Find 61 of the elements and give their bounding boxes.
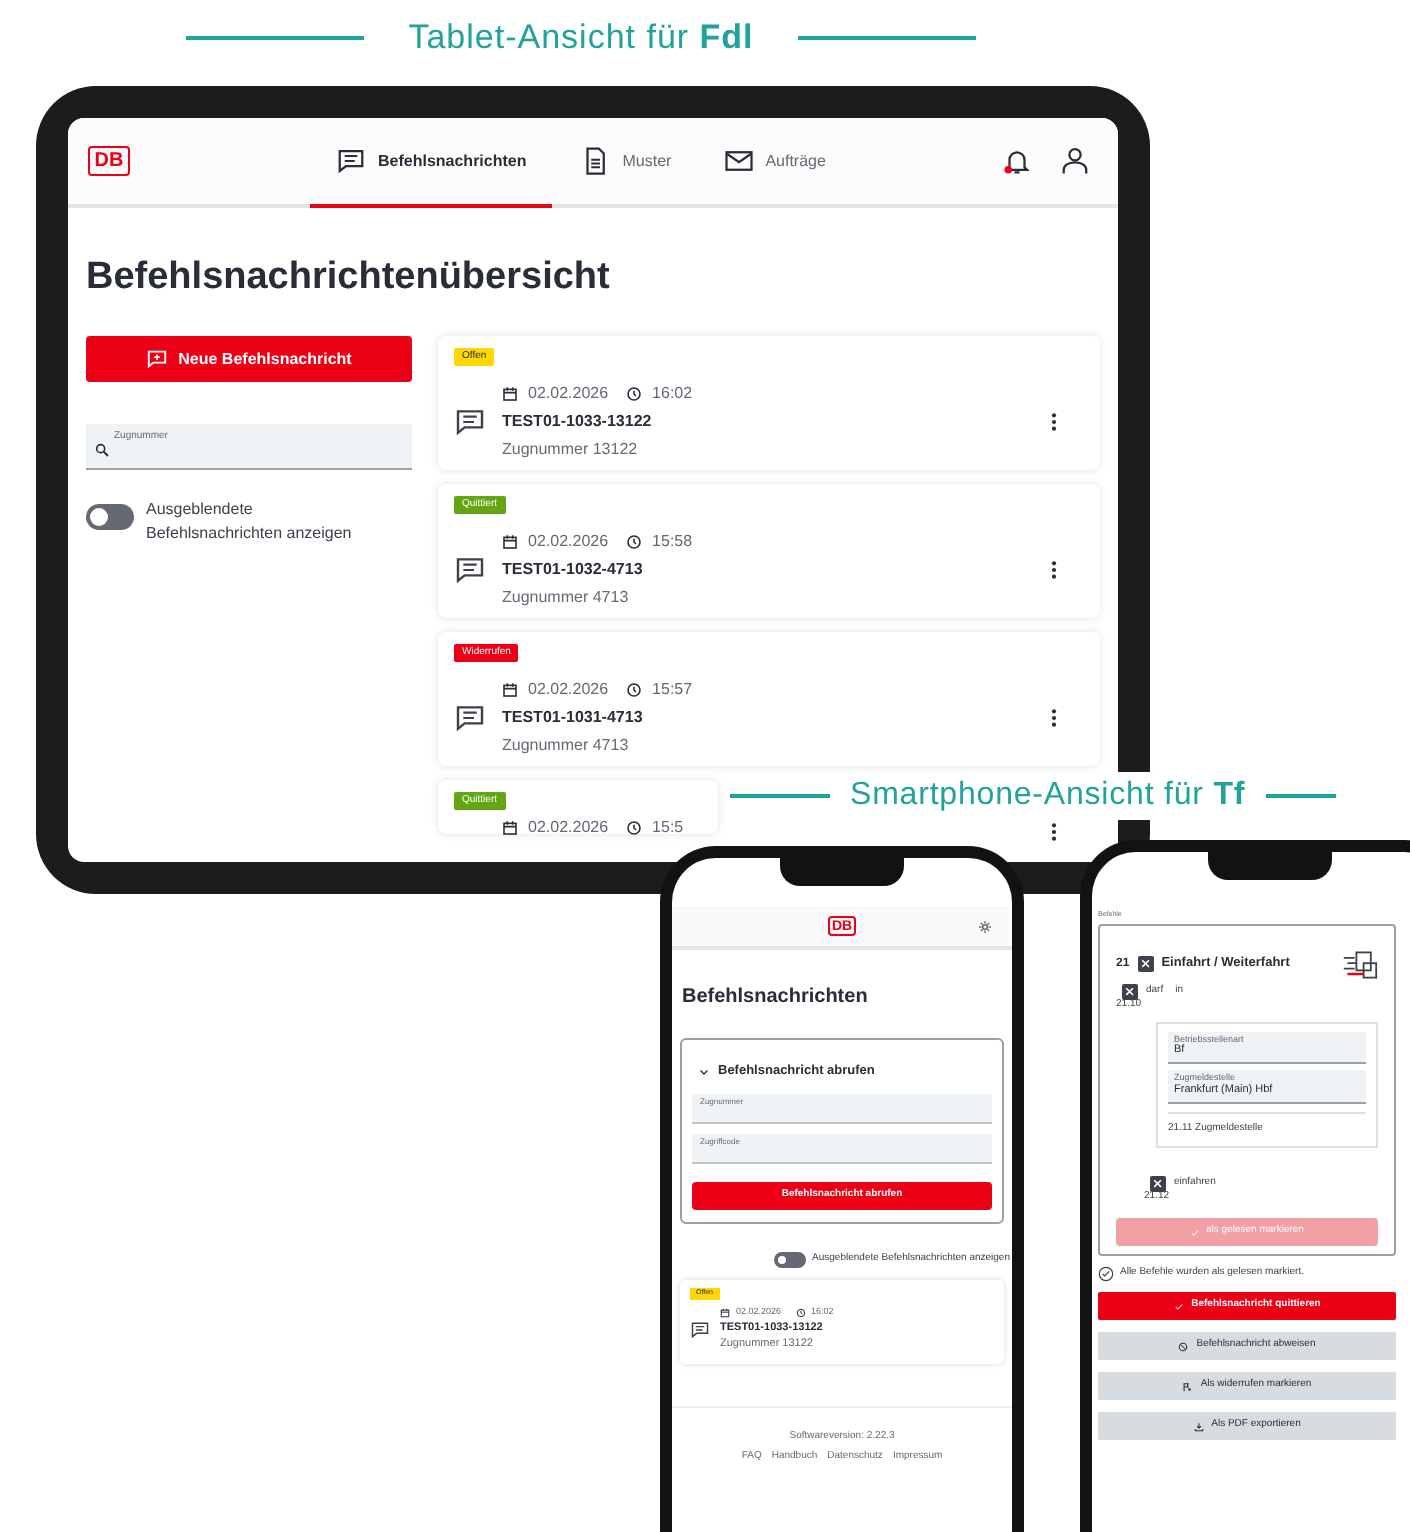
document-icon xyxy=(580,146,611,176)
train-number: Zugnummer 4713 xyxy=(502,586,631,610)
message-time: 15:5 xyxy=(652,816,684,840)
train-number: Zugnummer 4713 xyxy=(502,734,631,758)
checkbox[interactable] xyxy=(1150,1176,1166,1192)
clock-icon xyxy=(626,682,643,698)
clock-icon xyxy=(795,1308,806,1319)
calendar-icon xyxy=(502,820,518,836)
add-message-icon xyxy=(146,348,169,370)
calendar-icon xyxy=(720,1308,730,1319)
toggle-switch[interactable] xyxy=(86,504,134,530)
calendar-icon xyxy=(502,386,518,402)
new-message-button[interactable]: Neue Befehlsnachricht xyxy=(86,336,412,382)
chat-bubble-icon xyxy=(454,406,486,438)
message-time: 16:02 xyxy=(652,382,693,406)
check-icon xyxy=(1190,1227,1201,1237)
caption-text: Tablet-Ansicht für Fdl xyxy=(408,16,754,60)
chat-bubble-icon xyxy=(336,146,366,176)
calendar-icon xyxy=(502,534,518,550)
calendar-icon xyxy=(502,682,518,698)
track-document-icon xyxy=(1342,949,1378,979)
clock-icon xyxy=(626,386,643,402)
chat-bubble-icon xyxy=(454,554,486,586)
clock-icon xyxy=(626,820,643,836)
clock-icon xyxy=(626,534,643,550)
toggle-label: Ausgeblendete Befehlsnachrichten anzeigen xyxy=(146,498,354,546)
search-icon xyxy=(94,442,110,458)
toggle-switch[interactable] xyxy=(774,1251,807,1268)
train-number: Zugnummer 13122 xyxy=(502,438,640,462)
page-title: Befehlsnachrichten xyxy=(680,988,870,1008)
message-date: 02.02.2026 xyxy=(528,382,609,406)
nav-tab[interactable]: Befehlsnachrichten xyxy=(310,118,553,208)
message-date: 02.02.2026 xyxy=(528,530,609,554)
message-id: TEST01-1032-4713 xyxy=(502,558,645,582)
user-icon[interactable] xyxy=(1060,146,1090,176)
ban-icon xyxy=(1178,1341,1189,1351)
envelope-icon xyxy=(723,146,754,176)
checkbox[interactable] xyxy=(1137,956,1154,972)
caption-text: Smartphone-Ansicht für Tf xyxy=(850,776,1246,816)
page-title: Befehlsnachrichtenübersicht xyxy=(84,258,612,296)
bell-icon[interactable] xyxy=(1002,146,1032,176)
phone-notch xyxy=(780,858,904,886)
chat-bubble-icon xyxy=(454,702,486,734)
message-date: 02.02.2026 xyxy=(528,816,609,840)
phone-notch xyxy=(1208,852,1332,880)
chat-bubble-icon xyxy=(690,1319,710,1340)
check-circle-icon xyxy=(1098,1266,1114,1282)
message-time: 15:58 xyxy=(652,530,693,554)
message-time: 15:57 xyxy=(652,678,693,702)
message-id: TEST01-1031-4713 xyxy=(502,706,645,730)
chevron-down-icon xyxy=(698,1065,710,1078)
flag-icon xyxy=(1182,1381,1193,1391)
checkbox[interactable] xyxy=(1122,983,1138,999)
settings-icon[interactable] xyxy=(978,919,992,933)
db-logo: DB xyxy=(88,146,130,176)
message-date: 02.02.2026 xyxy=(528,678,609,702)
message-id: TEST01-1033-13122 xyxy=(502,410,654,434)
check-icon xyxy=(1173,1301,1184,1311)
nav-tab[interactable]: Muster xyxy=(556,118,696,208)
download-icon xyxy=(1193,1421,1204,1431)
nav-tab[interactable]: Aufträge xyxy=(699,118,850,208)
